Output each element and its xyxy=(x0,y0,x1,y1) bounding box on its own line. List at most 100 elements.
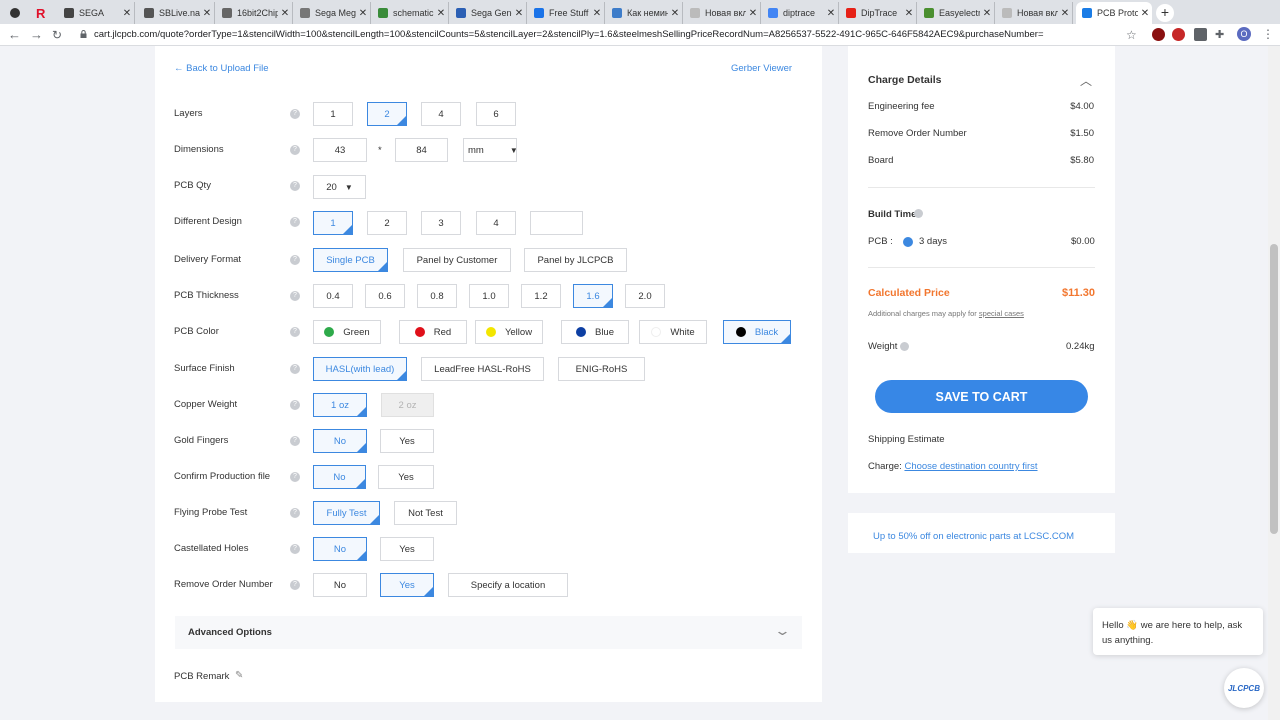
remove-order-number-option[interactable]: No xyxy=(313,573,367,597)
surface-finish-option[interactable]: HASL(with lead) xyxy=(313,357,407,381)
help-icon[interactable]: ? xyxy=(290,508,300,518)
extension-icon[interactable] xyxy=(1172,28,1185,41)
new-tab-button[interactable]: + xyxy=(1156,4,1174,22)
browser-tab[interactable]: Sega Mega Drive✕ xyxy=(294,2,371,24)
browser-tab[interactable]: 16bit2Chip ✕ xyxy=(216,2,293,24)
flying-probe-test-option[interactable]: Fully Test xyxy=(313,501,380,525)
close-icon[interactable]: ✕ xyxy=(746,8,760,19)
close-icon[interactable]: ✕ xyxy=(902,8,916,19)
browser-tab[interactable]: Как неминуемо✕ xyxy=(606,2,683,24)
design-option[interactable]: 4 xyxy=(476,211,516,235)
close-icon[interactable]: ✕ xyxy=(120,8,134,19)
browser-tab[interactable]: PCB Prototype✕ xyxy=(1076,2,1152,24)
layers-option[interactable]: 2 xyxy=(367,102,407,126)
bookmark-star-icon[interactable]: ☆ xyxy=(1126,27,1137,43)
help-icon[interactable]: ? xyxy=(290,472,300,482)
browser-tab[interactable]: DipTrace ✕ xyxy=(840,2,917,24)
choose-country-link[interactable]: Choose destination country first xyxy=(904,461,1037,472)
unit-select[interactable]: mm ▼ xyxy=(463,138,517,162)
thickness-option[interactable]: 2.0 xyxy=(625,284,665,308)
close-icon[interactable]: ✕ xyxy=(980,8,994,19)
help-icon[interactable]: ? xyxy=(290,145,300,155)
delivery-option[interactable]: Single PCB xyxy=(313,248,388,272)
chevron-up-icon[interactable]: ︿ xyxy=(1080,72,1092,89)
help-icon[interactable]: ? xyxy=(290,544,300,554)
color-option-green[interactable]: Green xyxy=(313,320,381,344)
design-option[interactable]: 1 xyxy=(313,211,353,235)
pencil-icon[interactable]: ✎ xyxy=(235,670,243,681)
layers-option[interactable]: 4 xyxy=(421,102,461,126)
copper-weight-option[interactable]: 1 oz xyxy=(313,393,367,417)
close-icon[interactable]: ✕ xyxy=(1058,8,1072,19)
surface-finish-option[interactable]: ENIG-RoHS xyxy=(558,357,645,381)
copper-weight-option[interactable]: 2 oz xyxy=(381,393,434,417)
qty-select[interactable]: 20 ▼ xyxy=(313,175,366,199)
chrome-icon[interactable] xyxy=(6,2,28,24)
width-input[interactable]: 43 xyxy=(313,138,367,162)
radio-selected-icon[interactable] xyxy=(903,237,913,247)
color-option-blue[interactable]: Blue xyxy=(561,320,629,344)
design-option[interactable]: 3 xyxy=(421,211,461,235)
lcsc-promo-link[interactable]: Up to 50% off on electronic parts at LCS… xyxy=(873,531,1074,542)
browser-tab[interactable]: diptrace ✕ xyxy=(762,2,839,24)
thickness-option[interactable]: 1.2 xyxy=(521,284,561,308)
thickness-option[interactable]: 1.0 xyxy=(469,284,509,308)
save-to-cart-button[interactable]: SAVE TO CART xyxy=(875,380,1088,413)
color-option-black[interactable]: Black xyxy=(723,320,791,344)
confirm-production-file-option[interactable]: Yes xyxy=(378,465,434,489)
help-icon[interactable]: ? xyxy=(290,400,300,410)
browser-tab[interactable]: SBLive.narod.ru✕ xyxy=(138,2,215,24)
gold-fingers-option[interactable]: No xyxy=(313,429,367,453)
help-icon[interactable]: ? xyxy=(290,181,300,191)
confirm-production-file-option[interactable]: No xyxy=(313,465,366,489)
help-icon[interactable]: ? xyxy=(290,580,300,590)
help-icon[interactable]: ? xyxy=(290,291,300,301)
scrollbar-thumb[interactable] xyxy=(1270,244,1278,534)
close-icon[interactable]: ✕ xyxy=(200,8,214,19)
length-input[interactable]: 84 xyxy=(395,138,448,162)
back-arrow-icon[interactable]: ← xyxy=(8,27,21,43)
thickness-option[interactable]: 0.8 xyxy=(417,284,457,308)
close-icon[interactable]: ✕ xyxy=(824,8,838,19)
thickness-option[interactable]: 0.4 xyxy=(313,284,353,308)
layers-option[interactable]: 1 xyxy=(313,102,353,126)
layers-option[interactable]: 6 xyxy=(476,102,516,126)
profile-avatar[interactable]: O xyxy=(1237,27,1251,41)
help-icon[interactable]: ? xyxy=(290,364,300,374)
castellated-holes-option[interactable]: No xyxy=(313,537,367,561)
color-option-white[interactable]: White xyxy=(639,320,707,344)
browser-tab[interactable]: Новая вкладка✕ xyxy=(684,2,761,24)
close-icon[interactable]: ✕ xyxy=(590,8,604,19)
close-icon[interactable]: ✕ xyxy=(434,8,448,19)
flying-probe-test-option[interactable]: Not Test xyxy=(394,501,457,525)
forward-arrow-icon[interactable]: → xyxy=(30,27,43,43)
browser-tab[interactable]: schematic ✕ xyxy=(372,2,449,24)
chat-bubble[interactable]: Hello 👋 we are here to help, ask us anyt… xyxy=(1093,608,1263,655)
design-option[interactable]: 2 xyxy=(367,211,407,235)
specify-location-option[interactable]: Specify a location xyxy=(448,573,568,597)
color-option-red[interactable]: Red xyxy=(399,320,467,344)
gerber-viewer-link[interactable]: Gerber Viewer xyxy=(731,63,792,74)
help-icon[interactable]: ? xyxy=(290,109,300,119)
back-to-upload-link[interactable]: ← Back to Upload File xyxy=(174,63,269,74)
help-icon[interactable]: ? xyxy=(290,255,300,265)
design-custom-input[interactable] xyxy=(530,211,583,235)
thickness-option[interactable]: 0.6 xyxy=(365,284,405,308)
castellated-holes-option[interactable]: Yes xyxy=(380,537,434,561)
close-icon[interactable]: ✕ xyxy=(356,8,370,19)
help-icon[interactable] xyxy=(914,209,923,218)
close-icon[interactable]: ✕ xyxy=(278,8,292,19)
advanced-options-toggle[interactable]: Advanced Options ⌄ xyxy=(175,616,802,649)
remove-order-number-option[interactable]: Yes xyxy=(380,573,434,597)
close-icon[interactable]: ✕ xyxy=(1138,8,1152,19)
puzzle-icon[interactable]: ✚ xyxy=(1215,27,1224,43)
surface-finish-option[interactable]: LeadFree HASL-RoHS xyxy=(421,357,544,381)
browser-tab[interactable]: Sega Genesis✕ xyxy=(450,2,527,24)
browser-tab[interactable]: SEGA ✕ xyxy=(58,2,135,24)
delivery-option[interactable]: Panel by Customer xyxy=(403,248,511,272)
browser-tab[interactable]: Free Stuff ✕ xyxy=(528,2,605,24)
r-extension-tab[interactable]: R xyxy=(32,2,56,24)
browser-tab[interactable]: Новая вкладка✕ xyxy=(996,2,1073,24)
help-icon[interactable]: ? xyxy=(290,217,300,227)
gold-fingers-option[interactable]: Yes xyxy=(380,429,434,453)
